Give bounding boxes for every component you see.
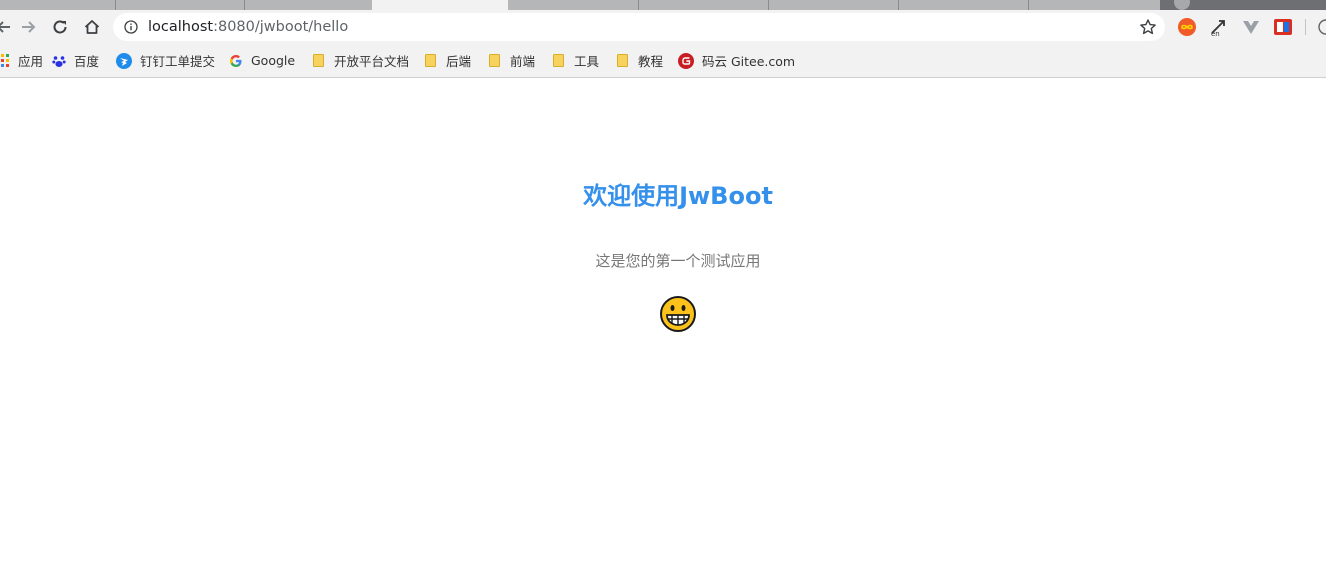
bookmark-label: 百度 — [74, 54, 100, 69]
url-host: localhost — [148, 19, 214, 35]
bookmark-google[interactable]: Google — [229, 44, 295, 77]
address-bar[interactable]: localhost:8080/jwboot/hello — [113, 13, 1165, 41]
bookmark-baidu[interactable]: 百度 — [52, 44, 99, 77]
arrow-right-icon — [22, 21, 36, 33]
tab[interactable] — [508, 0, 1160, 10]
arrow-left-icon — [0, 21, 10, 33]
tab-separator — [115, 0, 116, 10]
bookmark-folder-backend[interactable]: 后端 — [425, 44, 471, 77]
bookmarks-bar: 应用 百度 钉钉工单提交 Google 开放平台文档 后端 前端 工具 教程 码… — [0, 44, 1326, 78]
forward-button[interactable] — [14, 10, 42, 44]
reload-button[interactable] — [46, 10, 74, 44]
bookmark-apps[interactable]: 应用 — [0, 44, 43, 77]
tab-separator — [768, 0, 769, 10]
fe-helper-icon[interactable] — [1273, 17, 1293, 37]
bookmark-label: 后端 — [446, 54, 472, 69]
tab-strip — [0, 0, 1326, 10]
tab-separator — [638, 0, 639, 10]
infinity-icon[interactable] — [1177, 17, 1197, 37]
tab-separator — [898, 0, 899, 10]
bookmark-label: 开放平台文档 — [334, 54, 410, 69]
home-icon — [84, 20, 100, 34]
url-text[interactable]: localhost:8080/jwboot/hello — [148, 13, 348, 41]
tab-active[interactable] — [372, 0, 508, 10]
toolbar-divider — [1305, 19, 1306, 35]
browser-toolbar: localhost:8080/jwboot/hello en — [0, 10, 1326, 44]
bookmark-label: 应用 — [18, 54, 44, 69]
menu-icon[interactable] — [1318, 19, 1326, 35]
tab-separator — [1028, 0, 1029, 10]
folder-icon — [617, 54, 628, 67]
bookmark-label: 码云 Gitee.com — [702, 54, 796, 69]
bookmark-label: 工具 — [574, 54, 600, 69]
vue-devtools-icon[interactable] — [1241, 17, 1261, 37]
tab-separator — [244, 0, 245, 10]
bookmark-dingtalk[interactable]: 钉钉工单提交 — [116, 44, 215, 77]
folder-icon — [489, 54, 500, 67]
apps-icon — [1, 53, 9, 67]
bookmark-label: 前端 — [510, 54, 536, 69]
tab[interactable] — [0, 0, 372, 10]
bookmark-label: 教程 — [638, 54, 664, 69]
bookmark-folder-tutorials[interactable]: 教程 — [617, 44, 663, 77]
bookmark-folder-tools[interactable]: 工具 — [553, 44, 599, 77]
bookmark-folder-open-platform[interactable]: 开放平台文档 — [313, 44, 409, 77]
page-subtitle: 这是您的第一个测试应用 — [595, 252, 761, 270]
page-title: 欢迎使用JwBoot — [583, 182, 773, 210]
translate-icon[interactable]: en — [1209, 17, 1229, 37]
google-icon — [230, 54, 242, 67]
star-icon[interactable] — [1139, 18, 1157, 36]
home-button[interactable] — [78, 10, 106, 44]
bookmark-folder-frontend[interactable]: 前端 — [489, 44, 535, 77]
folder-icon — [425, 54, 436, 67]
gitee-icon — [678, 52, 694, 69]
dingtalk-icon — [116, 52, 132, 69]
bookmark-label: Google — [251, 53, 296, 68]
folder-icon — [553, 54, 564, 67]
grinning-face-icon — [660, 296, 696, 332]
bookmark-gitee[interactable]: 码云 Gitee.com — [678, 44, 795, 77]
page-content: 欢迎使用JwBoot 这是您的第一个测试应用 — [0, 78, 1326, 566]
baidu-icon — [52, 55, 66, 67]
url-path: :8080/jwboot/hello — [213, 19, 349, 35]
info-icon[interactable] — [124, 20, 138, 34]
bookmark-label: 钉钉工单提交 — [140, 54, 216, 69]
folder-icon — [313, 54, 324, 67]
svg-text:en: en — [1211, 30, 1220, 37]
reload-icon — [53, 20, 67, 34]
